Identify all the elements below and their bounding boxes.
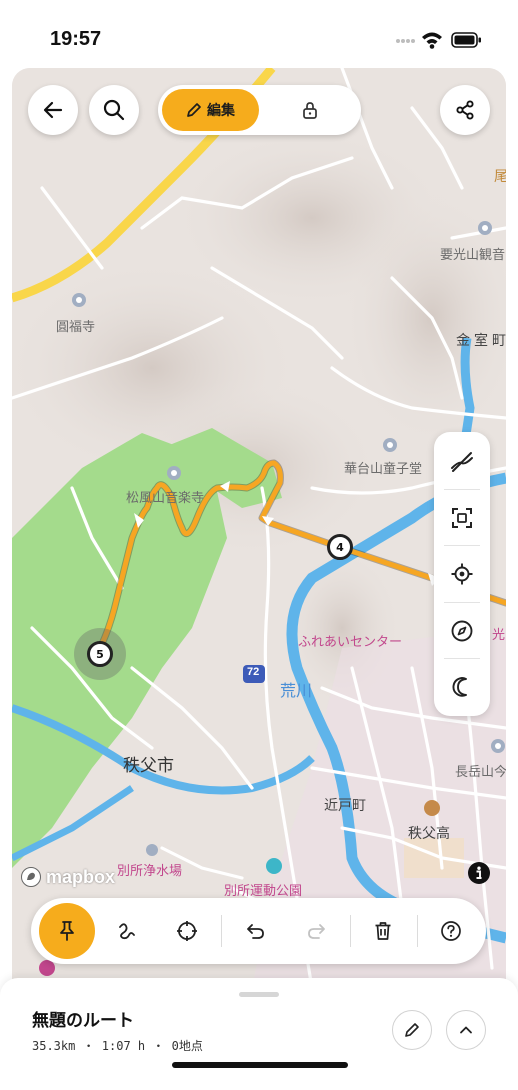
route-sheet[interactable]: 無題のルート 35.3km ・ 1:07 h ・ 0地点 [0,978,518,1090]
night-mode-icon [452,677,467,697]
app-screen: 19:57 圓福寺 松風山音楽寺 要光山観音 金室町 華台山童子堂 ふれあいセン… [0,0,518,1090]
route-snap-toggle[interactable] [434,434,490,490]
help-button[interactable] [431,911,471,951]
map-label-jousui: 別所浄水場 [117,863,183,878]
map-label-nagaoka: 長岳山今 [455,764,506,779]
mode-toggle: 編集 [158,85,361,135]
compass-icon [451,620,473,642]
map-label-fureai: ふれあいセンター [298,634,403,649]
search-icon [103,99,125,121]
pin-tool-button[interactable] [39,903,95,959]
chevron-up-icon [460,1026,472,1034]
map-label-chichibu-city: 秩父市 [123,756,174,775]
map-label-chikato: 近戸町 [324,797,366,813]
undo-icon [247,924,264,939]
mapbox-logo-icon [21,867,41,887]
sheet-drag-handle[interactable] [239,992,279,997]
back-arrow-icon [43,101,63,119]
crosshair-tool-button[interactable] [167,911,207,951]
freehand-icon [119,923,135,940]
map-label-o: 尾 [494,168,506,184]
waypoint-marker[interactable]: 4 [327,534,353,560]
crosshair-icon [177,921,197,941]
edit-mode-button[interactable]: 編集 [162,89,259,131]
map-label-enpukuji: 圓福寺 [56,319,96,334]
redo-button[interactable] [296,911,336,951]
wifi-battery-icon [422,32,481,49]
undo-button[interactable] [236,911,276,951]
expand-sheet-button[interactable] [446,1010,486,1050]
back-button[interactable] [28,85,78,135]
home-indicator [172,1062,348,1068]
signal-dots-icon [396,39,415,43]
trash-icon [375,922,391,940]
status-bar: 19:57 [0,0,518,70]
pencil-icon [405,1023,419,1037]
map-label-kanmuro: 金室町 [456,332,506,348]
toolbar-divider [350,915,351,947]
delete-button[interactable] [363,911,403,951]
status-time: 19:57 [50,28,102,50]
info-icon [476,866,482,879]
locate-icon [451,563,473,585]
share-icon [456,100,474,120]
mapbox-logo[interactable]: mapbox [20,864,115,890]
map-label-shofuzan: 松風山音楽寺 [126,490,205,505]
pin-icon [60,921,74,941]
route-stats: 35.3km ・ 1:07 h ・ 0地点 [32,1039,203,1053]
share-button[interactable] [440,85,490,135]
attribution-info-button[interactable] [468,862,490,884]
map-view[interactable]: 圓福寺 松風山音楽寺 要光山観音 金室町 華台山童子堂 ふれあいセンター 荒川 … [12,68,506,988]
edit-toolbar [31,898,486,964]
route-72-shield: 72 [247,666,260,678]
locate-button[interactable] [434,546,490,602]
freehand-tool-button[interactable] [107,911,147,951]
map-label-arakawa: 荒川 [280,683,313,700]
route-title: 無題のルート [32,1011,134,1030]
route-snap-off-icon [451,452,473,472]
night-mode-button[interactable] [434,659,490,715]
compass-button[interactable] [434,603,490,659]
map-label-kadaisan: 華台山童子堂 [344,461,423,476]
toolbar-divider [417,915,418,947]
map-tools-panel [434,432,490,716]
fit-bounds-icon [452,508,472,528]
map-label-undo-koen: 別所運動公園 [224,883,303,898]
lock-mode-button[interactable] [262,89,357,131]
edit-route-button[interactable] [392,1010,432,1050]
help-icon [441,921,461,941]
edit-mode-label: 編集 [207,102,235,118]
search-button[interactable] [89,85,139,135]
lock-icon [302,102,317,119]
fit-bounds-button[interactable] [434,490,490,546]
redo-icon [308,924,325,939]
map-label-kou: 光 [492,627,506,642]
map-label-kanonji: 要光山観音 [440,247,506,262]
toolbar-divider [221,915,222,947]
waypoint-marker[interactable]: 5 [87,641,113,667]
map-canvas [12,68,506,988]
map-label-chichibu-high: 秩父高 [408,825,450,841]
mapbox-logo-text: mapbox [46,866,116,887]
pencil-icon [187,103,201,117]
